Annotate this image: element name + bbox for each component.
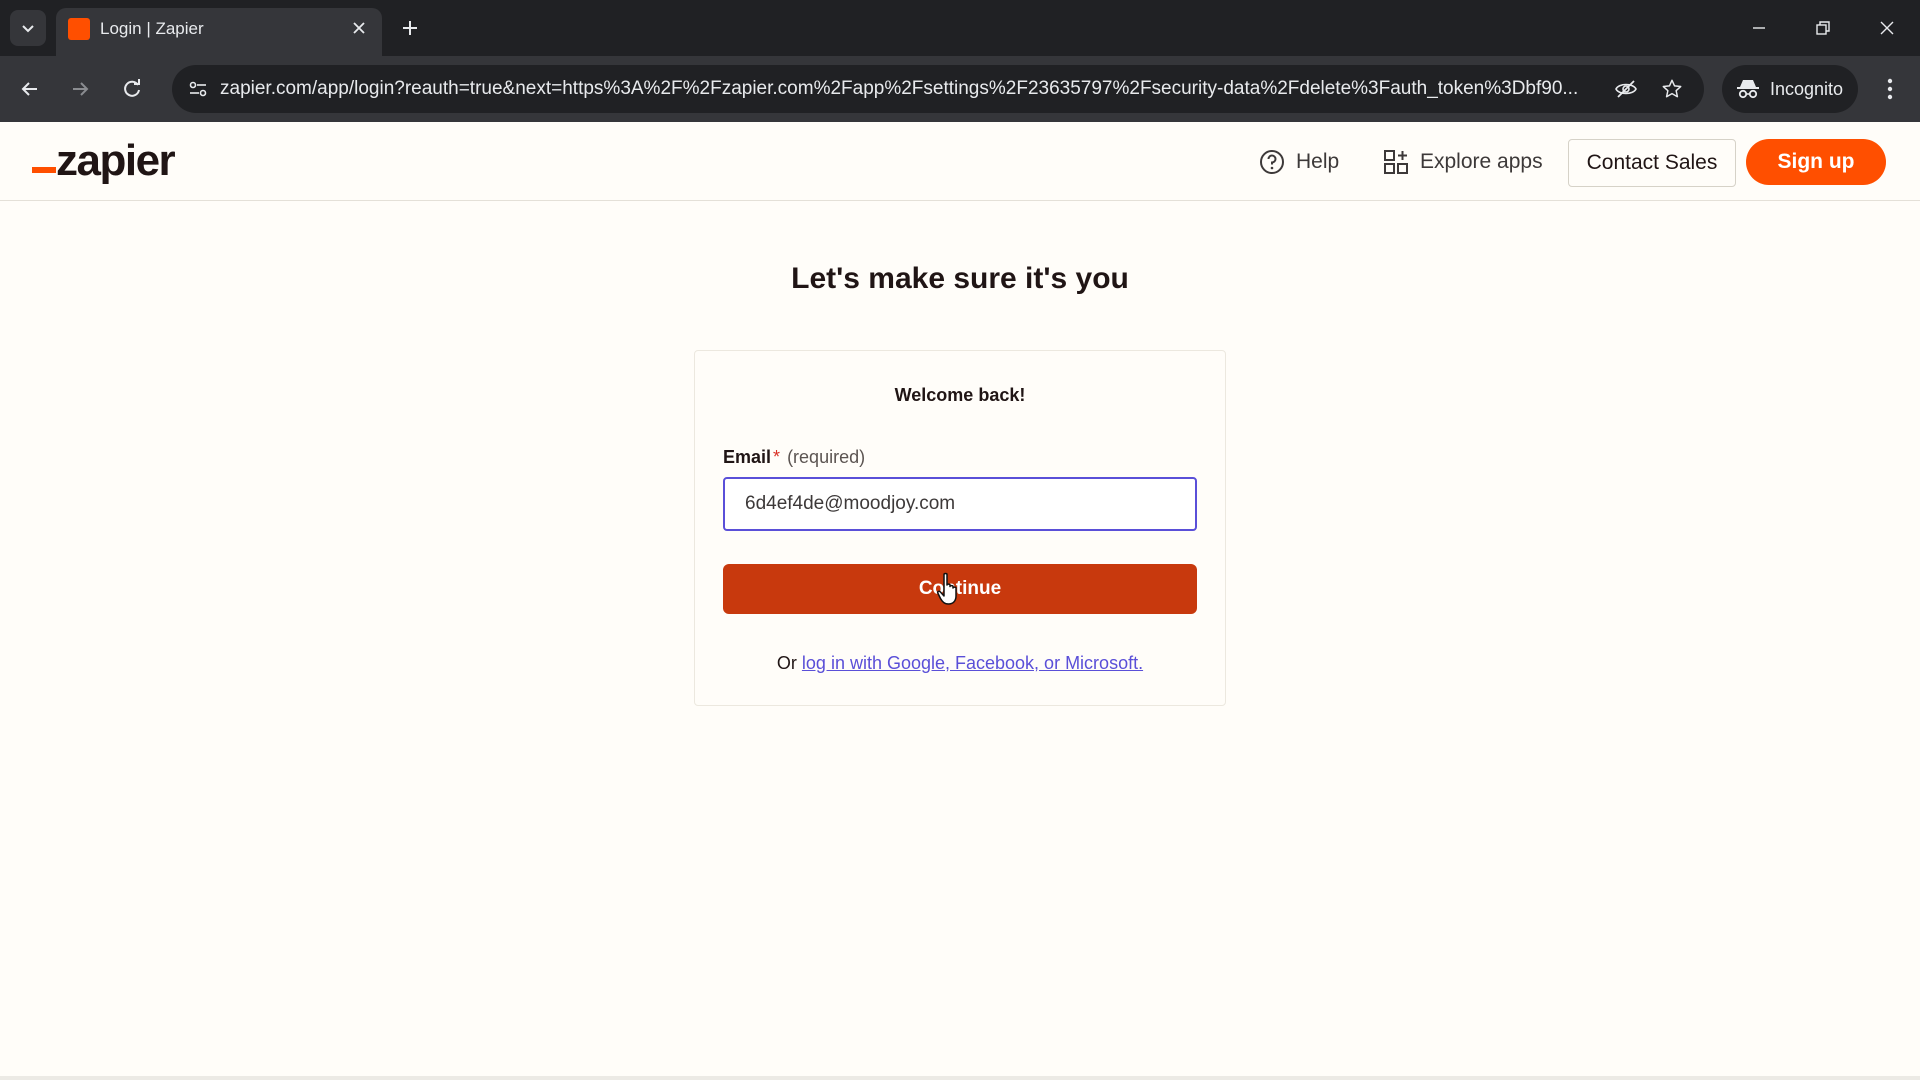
- hand-pointer-cursor-icon: [936, 572, 957, 605]
- social-login-link[interactable]: log in with Google, Facebook, or Microso…: [802, 653, 1143, 673]
- page-bottom-edge: [0, 1076, 1920, 1080]
- new-tab-button[interactable]: [396, 14, 424, 42]
- chevron-down-icon: [22, 25, 34, 33]
- logo-underscore-mark: [32, 167, 56, 173]
- back-button[interactable]: [12, 71, 48, 107]
- logo-text: zapier: [56, 136, 176, 185]
- email-label: Email * (required): [723, 447, 865, 468]
- alternate-login-text: Or log in with Google, Facebook, or Micr…: [695, 653, 1225, 674]
- browser-tab-strip: Login | Zapier: [0, 0, 1920, 56]
- browser-menu-button[interactable]: [1874, 73, 1906, 105]
- contact-sales-button[interactable]: Contact Sales: [1568, 139, 1736, 187]
- email-label-text: Email: [723, 447, 772, 467]
- restore-button[interactable]: [1800, 8, 1846, 48]
- restore-icon: [1816, 21, 1830, 35]
- close-icon: [1880, 21, 1894, 35]
- reload-button[interactable]: [114, 71, 150, 107]
- help-link[interactable]: Help: [1258, 142, 1339, 182]
- tab-title: Login | Zapier: [100, 19, 204, 38]
- apps-grid-icon: [1382, 148, 1410, 176]
- sign-up-button[interactable]: Sign up: [1746, 139, 1886, 185]
- card-title: Welcome back!: [894, 385, 1026, 405]
- tab-list-button[interactable]: [10, 10, 46, 46]
- close-icon: [353, 22, 365, 34]
- kebab-menu-icon: [1887, 78, 1893, 100]
- required-star: *: [773, 447, 781, 467]
- close-window-button[interactable]: [1864, 8, 1910, 48]
- email-input[interactable]: [723, 477, 1197, 531]
- login-card: Welcome back! Email* (required) Continue…: [694, 350, 1226, 706]
- plus-icon: [403, 21, 417, 35]
- page-title: Let's make sure it's you: [791, 262, 1129, 295]
- help-label: Help: [1296, 150, 1340, 173]
- explore-apps-link[interactable]: Explore apps: [1382, 142, 1543, 182]
- browser-tab-active[interactable]: Login | Zapier: [56, 8, 382, 56]
- site-info-icon: [189, 81, 207, 97]
- forward-arrow-icon: [73, 82, 89, 96]
- browser-toolbar: zapier.com/app/login?reauth=true&next=ht…: [0, 56, 1920, 122]
- tracking-protection-button[interactable]: [1610, 73, 1642, 105]
- explore-apps-label: Explore apps: [1420, 150, 1543, 173]
- help-circle-icon: [1258, 148, 1286, 176]
- star-icon: [1662, 79, 1682, 98]
- minimize-button[interactable]: [1736, 8, 1782, 48]
- forward-button[interactable]: [62, 71, 98, 107]
- back-arrow-icon: [21, 82, 37, 96]
- site-header: zapier Help Explore apps Contact Sales S…: [0, 122, 1920, 201]
- reload-icon: [124, 79, 140, 97]
- minimize-icon: [1753, 27, 1765, 29]
- tab-close-button[interactable]: [348, 17, 370, 39]
- alt-login-prefix: Or: [776, 653, 797, 673]
- incognito-icon: [1736, 77, 1760, 101]
- incognito-indicator[interactable]: Incognito: [1722, 65, 1858, 113]
- zapier-favicon-icon: [68, 18, 90, 40]
- eye-off-icon: [1615, 80, 1637, 98]
- site-info-button[interactable]: [180, 71, 216, 107]
- url-text[interactable]: zapier.com/app/login?reauth=true&next=ht…: [220, 78, 1630, 100]
- required-text: (required): [787, 447, 866, 467]
- incognito-label: Incognito: [1770, 79, 1844, 99]
- bookmark-button[interactable]: [1656, 73, 1688, 105]
- address-bar[interactable]: zapier.com/app/login?reauth=true&next=ht…: [172, 65, 1704, 113]
